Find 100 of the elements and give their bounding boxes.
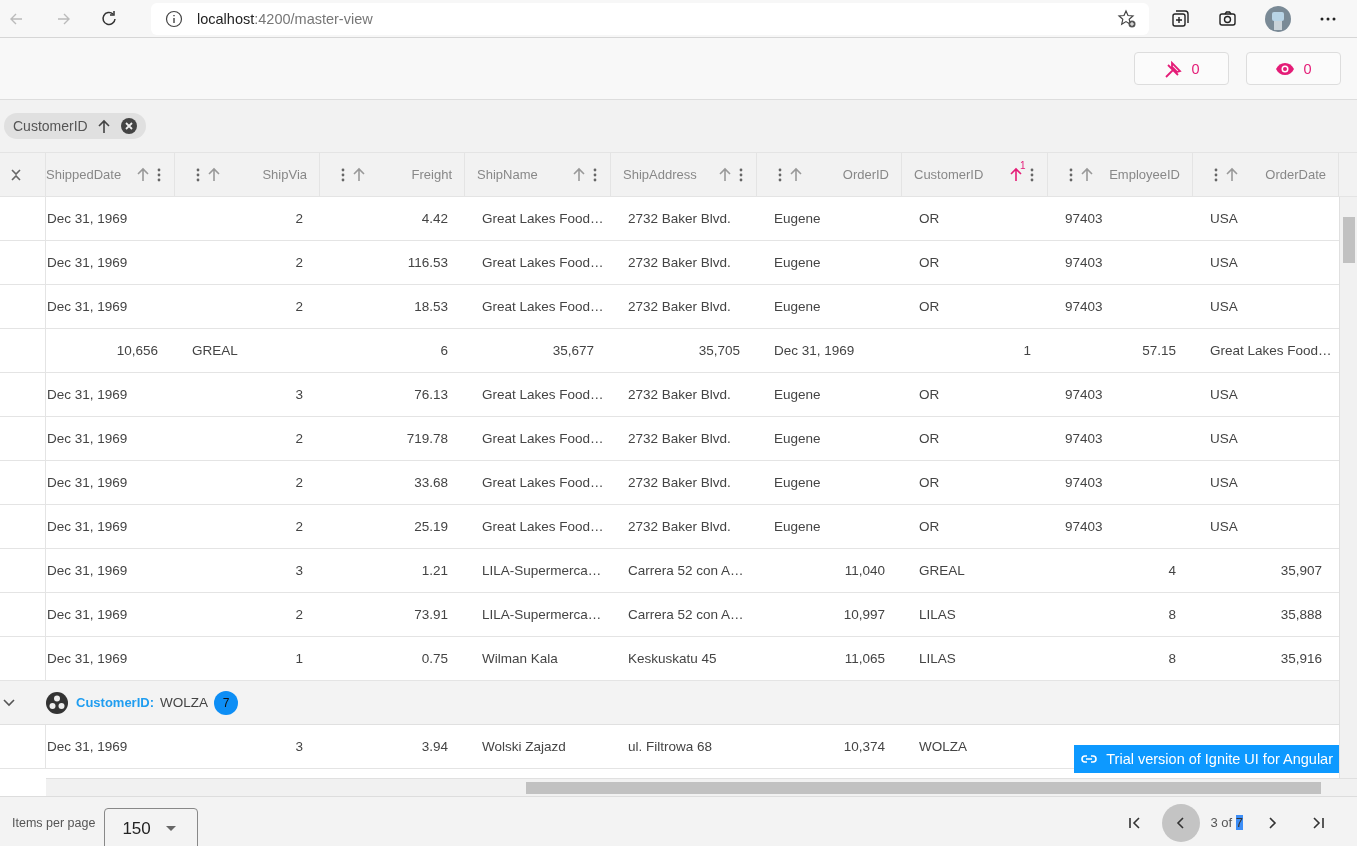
table-cell: 97403	[1065, 211, 1103, 226]
sort-arrow-icon[interactable]	[718, 166, 732, 183]
table-cell: 1.21	[421, 563, 448, 578]
menu-icon[interactable]	[777, 166, 783, 183]
table-cell: Dec 31, 1969	[47, 211, 128, 226]
table-cell: OR	[919, 387, 940, 402]
menu-icon[interactable]	[1068, 166, 1074, 183]
table-cell: USA	[1210, 299, 1238, 314]
hidden-columns-button[interactable]: 0	[1246, 52, 1341, 85]
column-header[interactable]: ShipAddress	[611, 153, 757, 196]
table-cell: OR	[919, 431, 940, 446]
table-cell: Dec 31, 1969	[47, 607, 128, 622]
table-cell: Dec 31, 1969	[47, 387, 128, 402]
table-cell: Eugene	[774, 299, 821, 314]
sort-arrow-icon[interactable]	[1080, 166, 1094, 183]
table-cell: 97403	[1065, 255, 1103, 270]
sort-arrow-icon[interactable]	[1225, 166, 1239, 183]
horizontal-scrollbar[interactable]	[46, 778, 1357, 796]
table-cell: GREAL	[192, 343, 238, 358]
menu-icon[interactable]	[195, 166, 201, 183]
table-cell: Eugene	[774, 431, 821, 446]
table-cell: Great Lakes Food…	[482, 211, 604, 226]
table-cell: Dec 31, 1969	[47, 255, 128, 270]
table-cell: USA	[1210, 431, 1238, 446]
address-bar[interactable]: localhost:4200/master-view	[151, 2, 1149, 35]
table-cell: Eugene	[774, 255, 821, 270]
table-cell: 3	[295, 563, 303, 578]
column-header[interactable]: ShipVia	[175, 153, 320, 196]
table-cell: 2732 Baker Blvd.	[628, 299, 731, 314]
table-cell: 2	[295, 475, 303, 490]
column-header[interactable]: OrderID	[757, 153, 902, 196]
table-cell: Eugene	[774, 211, 821, 226]
menu-icon[interactable]	[340, 166, 346, 183]
table-cell: 719.78	[406, 431, 448, 446]
table-cell: OR	[919, 299, 940, 314]
table-cell: Great Lakes Food…	[482, 299, 604, 314]
table-cell: Wolski Zajazd	[482, 739, 566, 754]
pinned-columns-button[interactable]: 0	[1134, 52, 1229, 85]
sort-arrow-icon[interactable]	[572, 166, 586, 183]
table-cell: Eugene	[774, 475, 821, 490]
menu-icon[interactable]	[592, 166, 598, 183]
table-cell: 2732 Baker Blvd.	[628, 519, 731, 534]
table-cell: 6	[440, 343, 448, 358]
table-cell: LILA-Supermerca…	[482, 563, 602, 578]
menu-icon[interactable]	[738, 166, 744, 183]
column-header[interactable]: Freight	[320, 153, 465, 196]
trial-link[interactable]: Trial version of Ignite UI for Angular	[1074, 745, 1339, 773]
sort-arrow-icon[interactable]	[207, 166, 221, 183]
column-header[interactable]: ShippedDate	[46, 153, 175, 196]
items-per-page-label: Items per page	[12, 815, 96, 830]
table-cell: GREAL	[919, 563, 965, 578]
group-chip[interactable]: CustomerID	[4, 113, 146, 139]
table-cell: 0.75	[421, 651, 448, 666]
table-cell: Wilman Kala	[482, 651, 558, 666]
table-cell: Dec 31, 1969	[774, 343, 855, 358]
table-cell: 2732 Baker Blvd.	[628, 431, 731, 446]
column-header[interactable]: EmployeeID	[1048, 153, 1193, 196]
column-header[interactable]: OrderDate	[1193, 153, 1339, 196]
table-cell: USA	[1210, 211, 1238, 226]
table-cell: 2732 Baker Blvd.	[628, 475, 731, 490]
collections-icon[interactable]	[1171, 9, 1190, 28]
avatar-icon[interactable]	[1265, 5, 1291, 32]
table-cell: 35,907	[1280, 563, 1322, 578]
menu-icon[interactable]	[156, 166, 162, 183]
table-cell: 2	[295, 519, 303, 534]
vertical-scrollbar[interactable]	[1339, 197, 1357, 778]
sort-arrow-icon[interactable]	[352, 166, 366, 183]
table-cell: 2732 Baker Blvd.	[628, 211, 731, 226]
table-cell: OR	[919, 519, 940, 534]
menu-icon[interactable]	[1029, 166, 1035, 183]
group-icon	[46, 691, 68, 714]
camera-icon[interactable]	[1218, 9, 1237, 28]
table-cell: 10,997	[843, 607, 885, 622]
group-value: WOLZA	[160, 695, 209, 710]
favorite-add-icon[interactable]	[1117, 8, 1137, 29]
info-icon[interactable]	[165, 9, 183, 28]
column-header[interactable]: CustomerID 1	[902, 153, 1048, 196]
sort-index: 1	[1020, 159, 1026, 171]
reload-icon[interactable]	[101, 9, 119, 28]
table-cell: 10,374	[843, 739, 885, 754]
table-cell: USA	[1210, 255, 1238, 270]
menu-icon[interactable]	[1213, 166, 1219, 183]
column-header[interactable]: ShipName	[465, 153, 611, 196]
table-cell: 97403	[1065, 299, 1103, 314]
table-cell: Great Lakes Food…	[1210, 343, 1332, 358]
table-cell: WOLZA	[919, 739, 967, 754]
table-cell: Dec 31, 1969	[47, 651, 128, 666]
table-cell: Great Lakes Food…	[482, 387, 604, 402]
group-row[interactable]: CustomerID: WOLZA 7	[0, 681, 1339, 725]
table-cell: Eugene	[774, 519, 821, 534]
sort-arrow-icon[interactable]	[136, 166, 150, 183]
close-icon[interactable]	[119, 117, 138, 135]
page-size-select[interactable]: 150	[104, 807, 199, 846]
sort-arrow-icon[interactable]	[789, 166, 803, 183]
table-cell: 2	[295, 607, 303, 622]
table-cell: Dec 31, 1969	[47, 563, 128, 578]
table-cell: ul. Filtrowa 68	[628, 739, 713, 754]
table-cell: 8	[1168, 607, 1176, 622]
table-cell: 76.13	[414, 387, 448, 402]
table-cell: 2	[295, 431, 303, 446]
